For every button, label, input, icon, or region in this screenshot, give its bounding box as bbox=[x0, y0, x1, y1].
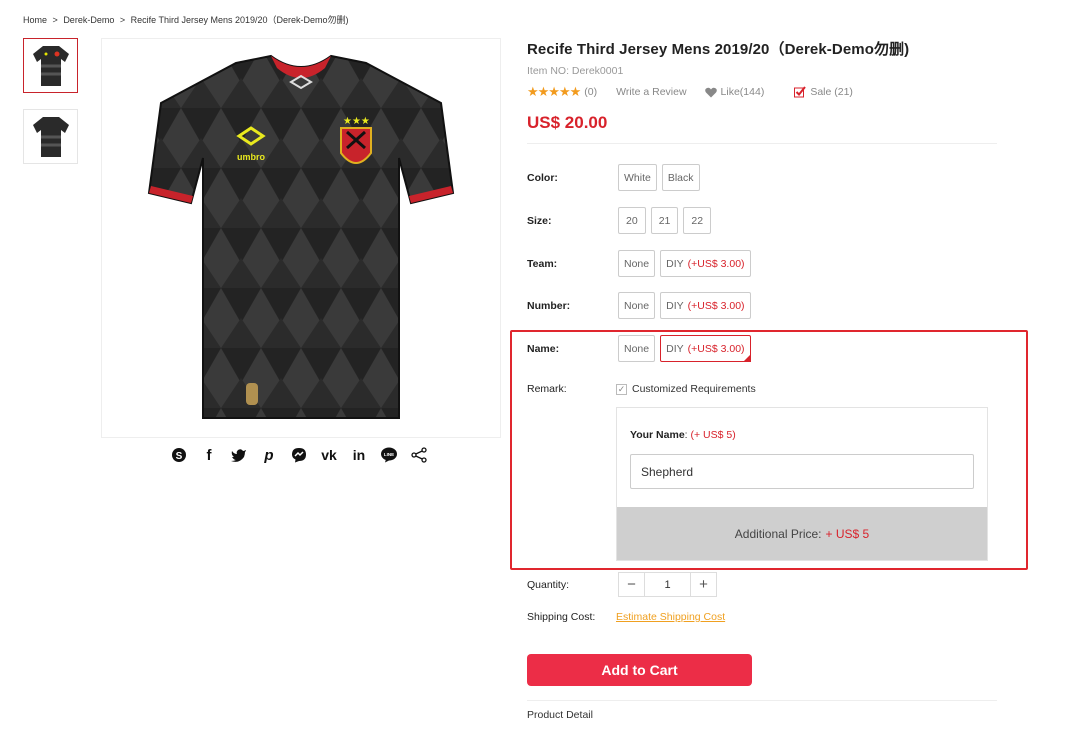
divider bbox=[527, 143, 997, 144]
size-option-21[interactable]: 21 bbox=[650, 207, 679, 234]
shipping-label: Shipping Cost: bbox=[527, 611, 596, 623]
remark-label: Remark: bbox=[527, 383, 567, 395]
size-option-20[interactable]: 20 bbox=[618, 207, 646, 234]
checkbox-checked-icon: ✓ bbox=[616, 383, 627, 395]
quantity-stepper: − 1 + bbox=[618, 572, 717, 597]
product-title: Recife Third Jersey Mens 2019/20（Derek-D… bbox=[527, 41, 910, 58]
main-product-image[interactable]: umbro ★★★ bbox=[101, 38, 501, 438]
shipping-row: Shipping Cost: Estimate Shipping Cost bbox=[527, 611, 725, 623]
name-label: Name: bbox=[527, 342, 560, 355]
team-label: Team: bbox=[527, 257, 558, 270]
thumbnail-back[interactable] bbox=[23, 109, 78, 164]
color-option-row: Color: White Black bbox=[527, 164, 700, 191]
share-icon[interactable] bbox=[410, 446, 428, 464]
jersey-thumbnail-image bbox=[32, 45, 69, 86]
number-option-diy[interactable]: DIY (+US$ 3.00) bbox=[660, 292, 751, 319]
linkedin-icon[interactable]: in bbox=[350, 446, 368, 464]
breadcrumb-current: Recife Third Jersey Mens 2019/20（Derek-D… bbox=[130, 15, 349, 25]
size-option-row: Size: 20 21 22 bbox=[527, 207, 712, 234]
vk-icon[interactable]: vk bbox=[320, 446, 338, 464]
customization-panel: Your Name: (+ US$ 5) Additional Price: +… bbox=[616, 407, 988, 561]
svg-text:umbro: umbro bbox=[237, 152, 266, 162]
team-option-row: Team: None DIY (+US$ 3.00) bbox=[527, 250, 751, 277]
size-label: Size: bbox=[527, 214, 552, 227]
diy-price: (+US$ 3.00) bbox=[687, 299, 745, 312]
jersey-image: umbro ★★★ bbox=[147, 54, 455, 419]
add-to-cart-button[interactable]: Add to Cart bbox=[527, 654, 752, 686]
additional-price-label: Additional Price: bbox=[734, 526, 822, 541]
field-colon: : bbox=[684, 429, 688, 441]
breadcrumb-separator: > bbox=[52, 15, 58, 25]
svg-text:★★★: ★★★ bbox=[343, 116, 370, 127]
sale-count: Sale (21) bbox=[810, 86, 853, 98]
number-option-row: Number: None DIY (+US$ 3.00) bbox=[527, 292, 751, 319]
breadcrumb-home[interactable]: Home bbox=[23, 15, 47, 25]
name-option-none[interactable]: None bbox=[618, 335, 656, 362]
name-option-row: Name: None DIY (+US$ 3.00) bbox=[527, 335, 751, 362]
estimate-shipping-link[interactable]: Estimate Shipping Cost bbox=[616, 611, 725, 623]
thumbnail-list bbox=[23, 38, 78, 180]
svg-text:S: S bbox=[176, 451, 183, 462]
number-option-none[interactable]: None bbox=[618, 292, 656, 319]
quantity-increment-button[interactable]: + bbox=[691, 573, 716, 596]
color-label: Color: bbox=[527, 171, 558, 184]
number-label: Number: bbox=[527, 299, 571, 312]
team-option-none[interactable]: None bbox=[618, 250, 656, 277]
diy-label: DIY bbox=[666, 257, 684, 270]
product-price: US$ 20.00 bbox=[527, 113, 608, 132]
your-name-label: Your Name: (+ US$ 5) bbox=[630, 429, 736, 441]
additional-price-value: + US$ 5 bbox=[825, 526, 870, 541]
field-label: Your Name bbox=[630, 429, 685, 441]
color-option-black[interactable]: Black bbox=[661, 164, 700, 191]
additional-price-bar: Additional Price: + US$ 5 bbox=[617, 507, 987, 560]
write-review-link[interactable]: Write a Review bbox=[616, 86, 686, 98]
review-count: (0) bbox=[584, 86, 598, 98]
team-option-diy[interactable]: DIY (+US$ 3.00) bbox=[660, 250, 751, 277]
product-detail-heading[interactable]: Product Detail bbox=[527, 709, 593, 721]
quantity-decrement-button[interactable]: − bbox=[619, 573, 644, 596]
breadcrumb-category[interactable]: Derek-Demo bbox=[63, 15, 114, 25]
diy-price: (+US$ 3.00) bbox=[687, 257, 745, 270]
like-button[interactable]: Like(144) bbox=[704, 86, 765, 98]
breadcrumb: Home > Derek-Demo > Recife Third Jersey … bbox=[23, 13, 352, 26]
quantity-label: Quantity: bbox=[527, 578, 570, 591]
checkbox-label: Customized Requirements bbox=[632, 383, 756, 395]
like-count: Like(144) bbox=[720, 86, 765, 98]
share-bar: S f p vk in LINE bbox=[170, 446, 428, 464]
quantity-row: Quantity: − 1 + bbox=[527, 572, 717, 597]
heart-icon bbox=[704, 87, 717, 97]
product-meta: ★★★★★ (0) Write a Review Like(144) Sale … bbox=[527, 84, 997, 100]
product-info: Recife Third Jersey Mens 2019/20（Derek-D… bbox=[527, 38, 997, 144]
jersey-thumbnail-image bbox=[32, 116, 69, 157]
twitter-icon[interactable] bbox=[230, 446, 248, 464]
diy-price: (+US$ 3.00) bbox=[687, 342, 745, 355]
svg-text:LINE: LINE bbox=[384, 452, 394, 457]
thumbnail-front[interactable] bbox=[23, 38, 78, 93]
remark-row: Remark: ✓ Customized Requirements bbox=[527, 383, 756, 395]
rating-stars: ★★★★★ bbox=[527, 84, 581, 99]
size-option-22[interactable]: 22 bbox=[683, 207, 712, 234]
sale-badge: Sale (21) bbox=[794, 86, 853, 98]
customized-requirements-checkbox[interactable]: ✓ Customized Requirements bbox=[616, 383, 756, 395]
messenger-icon[interactable] bbox=[290, 446, 308, 464]
divider bbox=[527, 700, 997, 701]
item-number: Item NO: Derek0001 bbox=[527, 65, 624, 77]
diy-label: DIY bbox=[666, 299, 684, 312]
check-box-icon bbox=[794, 86, 807, 98]
skype-icon[interactable]: S bbox=[170, 446, 188, 464]
your-name-input[interactable] bbox=[630, 454, 974, 489]
facebook-icon[interactable]: f bbox=[200, 446, 218, 464]
breadcrumb-separator: > bbox=[119, 15, 126, 25]
diy-label: DIY bbox=[666, 342, 684, 355]
pinterest-icon[interactable]: p bbox=[260, 446, 278, 464]
name-option-diy[interactable]: DIY (+US$ 3.00) bbox=[660, 335, 751, 362]
color-option-white[interactable]: White bbox=[618, 164, 657, 191]
field-price: (+ US$ 5) bbox=[690, 429, 736, 441]
line-icon[interactable]: LINE bbox=[380, 446, 398, 464]
quantity-value[interactable]: 1 bbox=[644, 573, 691, 596]
